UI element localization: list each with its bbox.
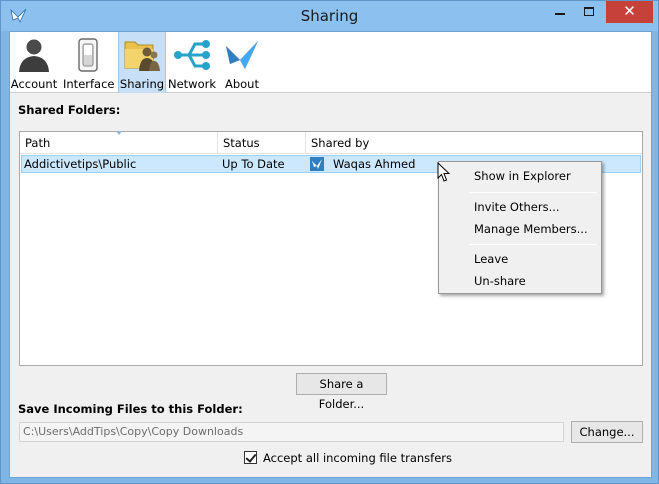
- row-status: Up To Date: [222, 157, 285, 171]
- incoming-folder-heading: Save Incoming Files to this Folder:: [18, 402, 243, 416]
- copy-bird-icon: [226, 41, 258, 69]
- tab-sharing[interactable]: Sharing: [118, 32, 166, 93]
- accept-transfers-label: Accept all incoming file transfers: [263, 451, 453, 465]
- tab-about-label: About: [224, 77, 259, 91]
- title-bar[interactable]: Sharing ✕: [1, 1, 658, 31]
- menu-item-invite-others[interactable]: Invite Others...: [474, 200, 560, 214]
- tab-interface-label: Interface: [63, 77, 115, 91]
- person-icon: [19, 39, 49, 72]
- close-icon: ✕: [623, 2, 636, 20]
- switch-icon: [78, 38, 98, 72]
- table-header: Path Status Shared by: [20, 131, 642, 154]
- shared-folder-icon: [124, 41, 160, 71]
- row-path: Addictivetips\Public: [24, 157, 137, 171]
- incoming-folder-path-input[interactable]: C:\Users\AddTips\Copy\Copy Downloads: [19, 422, 564, 442]
- minimize-icon: [555, 13, 565, 15]
- sort-arrow-icon: [116, 131, 122, 135]
- tab-interface[interactable]: Interface: [63, 32, 115, 93]
- preferences-toolbar: Account Interface Sharing Network About: [10, 32, 651, 93]
- shared-folders-heading: Shared Folders:: [18, 103, 121, 117]
- tab-network[interactable]: Network: [168, 32, 216, 93]
- menu-item-leave[interactable]: Leave: [474, 252, 508, 266]
- menu-item-show-in-explorer[interactable]: Show in Explorer: [474, 169, 571, 183]
- tab-account[interactable]: Account: [10, 32, 58, 93]
- menu-item-un-share[interactable]: Un-share: [474, 274, 526, 288]
- close-button[interactable]: ✕: [606, 1, 653, 23]
- maximize-button[interactable]: [575, 1, 603, 23]
- context-menu: Show in Explorer Invite Others... Manage…: [438, 161, 602, 294]
- row-shared-by: Waqas Ahmed: [333, 157, 416, 171]
- column-header-status[interactable]: Status: [218, 132, 306, 154]
- tab-account-label: Account: [10, 77, 58, 91]
- column-header-status-label: Status: [223, 136, 260, 150]
- share-folder-button[interactable]: Share a Folder...: [296, 373, 387, 411]
- accept-transfers-checkbox[interactable]: [244, 451, 257, 464]
- column-header-path[interactable]: Path: [20, 131, 218, 154]
- change-folder-button[interactable]: Change...: [571, 421, 643, 443]
- mouse-cursor-icon: [437, 162, 451, 182]
- column-header-path-label: Path: [25, 136, 51, 150]
- copy-bird-icon: [310, 157, 324, 171]
- network-icon: [174, 40, 210, 70]
- menu-separator: [469, 192, 597, 193]
- menu-item-manage-members[interactable]: Manage Members...: [474, 222, 588, 236]
- menu-separator: [469, 244, 597, 245]
- minimize-button[interactable]: [545, 1, 575, 23]
- tab-sharing-label: Sharing: [119, 77, 165, 91]
- maximize-icon: [584, 7, 594, 16]
- column-header-shared-by-label: Shared by: [311, 136, 370, 150]
- column-header-shared-by[interactable]: Shared by: [306, 132, 506, 154]
- tab-about[interactable]: About: [218, 32, 266, 93]
- tab-network-label: Network: [168, 77, 217, 91]
